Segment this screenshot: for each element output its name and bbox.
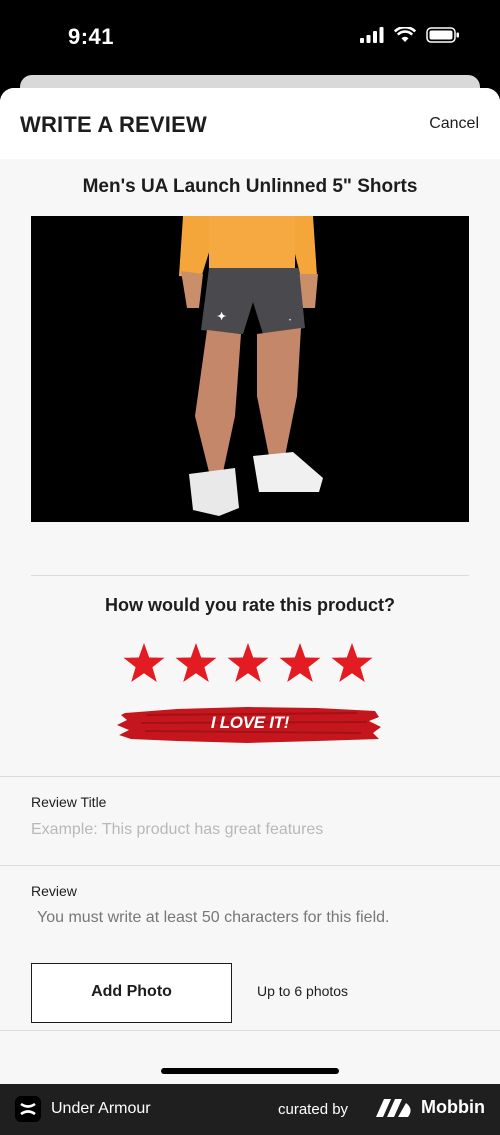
status-time: 9:41 <box>68 24 115 49</box>
status-bar: 9:41 <box>0 0 500 75</box>
under-armour-logo-icon <box>15 1096 41 1122</box>
svg-text:•: • <box>289 318 291 324</box>
product-image: ✦ • <box>31 216 469 522</box>
review-sheet: WRITE A REVIEW Cancel Men's UA Launch Un… <box>0 88 500 1084</box>
mobbin-icon <box>376 1098 411 1117</box>
section-divider <box>0 1030 500 1031</box>
mobbin-logo: Mobbin <box>376 1097 485 1118</box>
section-divider <box>0 865 500 866</box>
review-textarea[interactable]: You must write at least 50 characters fo… <box>37 909 389 927</box>
footer-bar: Under Armour curated by Mobbin <box>0 1084 500 1135</box>
battery-icon <box>426 27 459 43</box>
home-indicator <box>161 1068 339 1074</box>
mobbin-wordmark: Mobbin <box>421 1097 485 1117</box>
star-icon[interactable] <box>122 641 166 685</box>
footer-brand-name: Under Armour <box>51 1100 151 1117</box>
svg-text:✦: ✦ <box>217 311 226 323</box>
curated-by-text: curated by <box>278 1101 349 1118</box>
status-icons <box>360 27 460 43</box>
add-photo-label: Add Photo <box>91 983 172 1000</box>
star-rating[interactable] <box>122 641 374 685</box>
cancel-button[interactable]: Cancel <box>429 115 479 133</box>
sheet-header: WRITE A REVIEW Cancel <box>0 88 500 159</box>
review-title-label: Review Title <box>31 794 107 810</box>
page-title: WRITE A REVIEW <box>20 112 207 137</box>
cellular-signal-icon <box>360 27 384 43</box>
star-icon[interactable] <box>278 641 322 685</box>
photo-limit-text: Up to 6 photos <box>257 983 349 999</box>
rating-badge: I LOVE IT! <box>117 703 383 745</box>
wifi-icon <box>394 27 416 42</box>
star-icon[interactable] <box>226 641 270 685</box>
product-name: Men's UA Launch Unlinned 5" Shorts <box>82 176 418 197</box>
review-title-input[interactable]: Example: This product has great features <box>31 821 323 839</box>
star-icon[interactable] <box>330 641 374 685</box>
rating-badge-text: I LOVE IT! <box>210 713 290 732</box>
rating-question: How would you rate this product? <box>105 595 395 615</box>
star-icon[interactable] <box>174 641 218 685</box>
section-divider <box>0 776 500 777</box>
model-wearing-shorts-illustration: ✦ • <box>31 216 469 522</box>
review-label: Review <box>31 883 77 899</box>
add-photo-button[interactable]: Add Photo <box>31 963 232 1023</box>
section-divider <box>31 575 469 576</box>
